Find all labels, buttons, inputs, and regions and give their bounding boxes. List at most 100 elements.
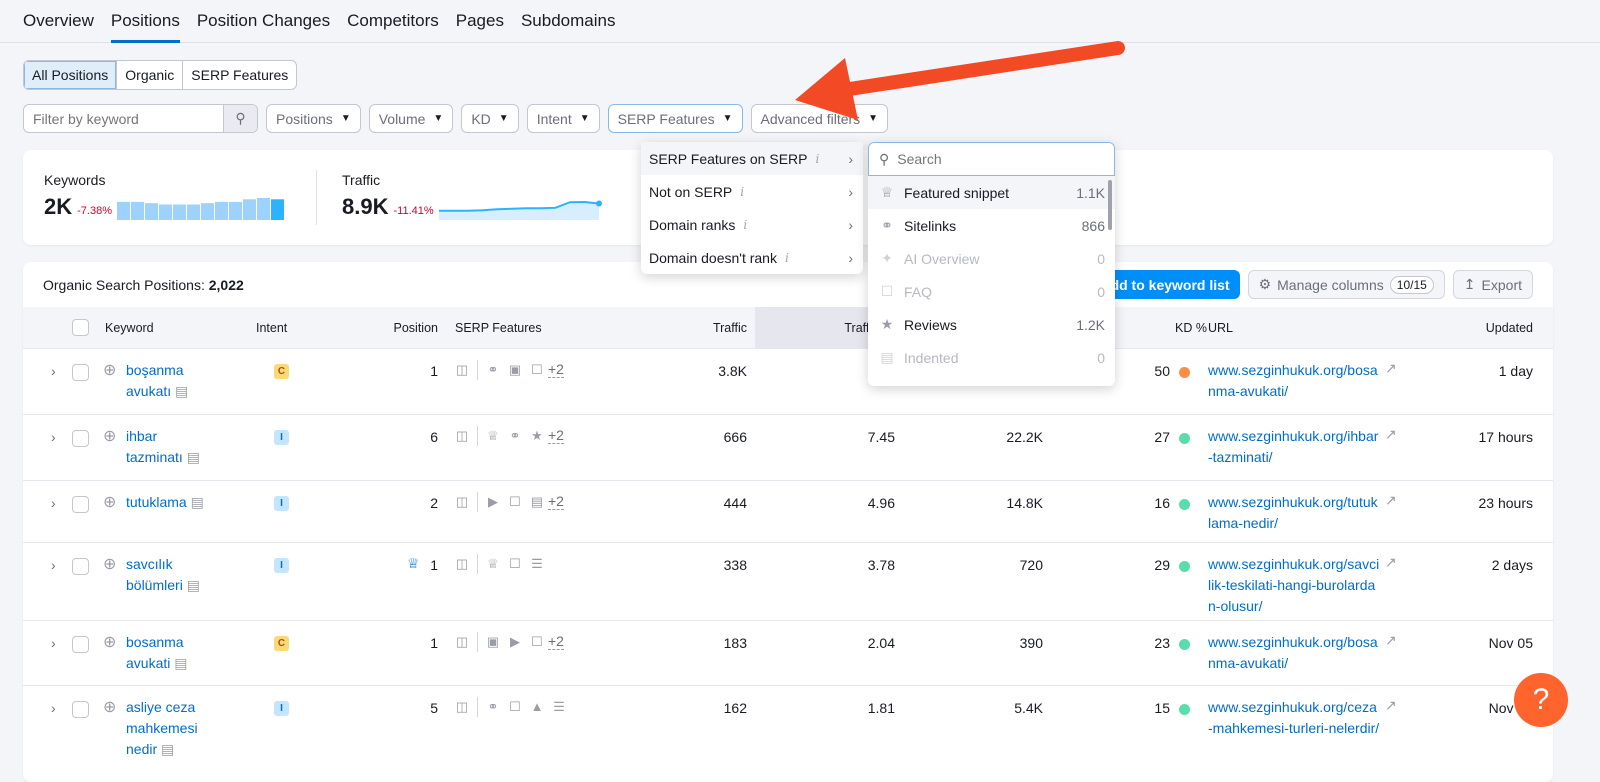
- help-button[interactable]: ?: [1514, 673, 1568, 727]
- keyword-text[interactable]: tutuklama: [126, 494, 187, 510]
- info-icon[interactable]: i: [740, 185, 744, 199]
- advanced-filters[interactable]: Advanced filters ▼: [750, 104, 889, 133]
- url-link[interactable]: www.sezginhukuk.org/ceza-mahkemesi-turle…: [1208, 697, 1380, 739]
- serp-snapshot-icon[interactable]: ◫: [451, 556, 473, 572]
- volume-filter[interactable]: Volume ▼: [368, 104, 454, 133]
- menu-item-not-on-serp[interactable]: Not on SERP i ›: [641, 175, 863, 208]
- expand-row-icon[interactable]: ›: [51, 495, 56, 511]
- search-button[interactable]: ⚲: [223, 105, 257, 132]
- serp-snapshot-icon[interactable]: ◫: [451, 494, 473, 510]
- row-checkbox[interactable]: [72, 430, 89, 447]
- more-serp-features[interactable]: +2: [548, 492, 564, 510]
- link-icon: ⚭: [487, 698, 499, 714]
- export-button[interactable]: ↥ Export: [1452, 270, 1533, 299]
- external-link-icon[interactable]: ↗: [1385, 697, 1397, 714]
- add-keyword-icon[interactable]: ⊕: [103, 697, 116, 717]
- header-url[interactable]: URL: [1208, 321, 1233, 335]
- tab-positions[interactable]: Positions: [110, 0, 180, 43]
- keyword-link[interactable]: ihbar tazminatı ▤: [126, 426, 216, 468]
- add-keyword-icon[interactable]: ⊕: [103, 360, 116, 380]
- info-icon[interactable]: i: [815, 152, 819, 166]
- segment-organic[interactable]: Organic: [117, 61, 184, 89]
- keyword-text[interactable]: ihbar tazminatı: [126, 428, 183, 465]
- header-kd[interactable]: KD %: [1175, 321, 1207, 335]
- add-keyword-icon[interactable]: ⊕: [103, 426, 116, 446]
- serp-preview-icon[interactable]: ▤: [175, 383, 188, 399]
- url-link[interactable]: www.sezginhukuk.org/tutuklama-nedir/: [1208, 492, 1380, 534]
- serp-snapshot-icon[interactable]: ◫: [451, 634, 473, 650]
- serp-snapshot-icon[interactable]: ◫: [451, 699, 473, 715]
- chevron-down-icon: ▼: [433, 113, 444, 124]
- external-link-icon[interactable]: ↗: [1385, 426, 1397, 443]
- header-position[interactable]: Position: [394, 321, 438, 335]
- expand-row-icon[interactable]: ›: [51, 700, 56, 716]
- row-checkbox[interactable]: [72, 701, 89, 718]
- header-serp-features[interactable]: SERP Features: [455, 321, 542, 335]
- header-intent[interactable]: Intent: [256, 321, 287, 335]
- tab-competitors[interactable]: Competitors: [347, 0, 439, 43]
- manage-columns-button[interactable]: ⚙ Manage columns 10/15: [1247, 270, 1445, 299]
- select-all-checkbox[interactable]: [72, 319, 89, 336]
- header-updated[interactable]: Updated: [1486, 321, 1533, 335]
- keyword-link[interactable]: savcılık bölümleri ▤: [126, 554, 216, 596]
- row-checkbox[interactable]: [72, 364, 89, 381]
- serp-snapshot-icon[interactable]: ◫: [451, 428, 473, 444]
- feature-option-link[interactable]: ⚭ Sitelinks 866: [868, 209, 1115, 242]
- menu-item-domain-ranks[interactable]: Domain ranks i ›: [641, 208, 863, 241]
- header-keyword[interactable]: Keyword: [105, 321, 154, 335]
- external-link-icon[interactable]: ↗: [1385, 632, 1397, 649]
- scrollbar[interactable]: [1108, 180, 1112, 230]
- more-serp-features[interactable]: +2: [548, 632, 564, 650]
- more-serp-features[interactable]: +2: [548, 360, 564, 378]
- feature-search-input[interactable]: [897, 151, 1114, 167]
- menu-item-serp-features-on-serp[interactable]: SERP Features on SERP i ›: [641, 142, 863, 175]
- segment-serp-features[interactable]: SERP Features: [183, 61, 296, 89]
- keyword-filter-input[interactable]: [24, 110, 215, 127]
- expand-row-icon[interactable]: ›: [51, 557, 56, 573]
- url-link[interactable]: www.sezginhukuk.org/ihbar-tazminati/: [1208, 426, 1380, 468]
- tab-position-changes[interactable]: Position Changes: [197, 0, 330, 43]
- keyword-text[interactable]: savcılık bölümleri: [126, 556, 183, 593]
- kd-filter[interactable]: KD ▼: [461, 104, 519, 133]
- keyword-link[interactable]: bosanma avukati ▤: [126, 632, 216, 674]
- external-link-icon[interactable]: ↗: [1385, 360, 1397, 377]
- tab-subdomains[interactable]: Subdomains: [521, 0, 616, 43]
- expand-row-icon[interactable]: ›: [51, 635, 56, 651]
- row-checkbox[interactable]: [72, 558, 89, 575]
- info-icon[interactable]: i: [785, 251, 789, 265]
- serp-preview-icon[interactable]: ▤: [187, 449, 200, 465]
- expand-row-icon[interactable]: ›: [51, 363, 56, 379]
- table-header: Keyword Intent Position SERP Features Tr…: [23, 307, 1553, 348]
- add-keyword-icon[interactable]: ⊕: [103, 492, 116, 512]
- feature-option-star[interactable]: ★ Reviews 1.2K: [868, 308, 1115, 341]
- row-checkbox[interactable]: [72, 496, 89, 513]
- tab-overview[interactable]: Overview: [23, 0, 94, 43]
- intent-filter[interactable]: Intent ▼: [526, 104, 600, 133]
- add-keyword-icon[interactable]: ⊕: [103, 554, 116, 574]
- url-link[interactable]: www.sezginhukuk.org/savcilik-teskilati-h…: [1208, 554, 1380, 617]
- menu-item-domain-doesnt-rank[interactable]: Domain doesn't rank i ›: [641, 241, 863, 274]
- expand-row-icon[interactable]: ›: [51, 429, 56, 445]
- url-link[interactable]: www.sezginhukuk.org/bosanma-avukati/: [1208, 632, 1380, 674]
- external-link-icon[interactable]: ↗: [1385, 492, 1397, 509]
- more-serp-features[interactable]: +2: [548, 426, 564, 444]
- url-link[interactable]: www.sezginhukuk.org/bosanma-avukati/: [1208, 360, 1380, 402]
- header-traffic[interactable]: Traffic: [713, 321, 747, 335]
- row-checkbox[interactable]: [72, 636, 89, 653]
- info-icon[interactable]: i: [743, 218, 747, 232]
- serp-preview-icon[interactable]: ▤: [174, 655, 187, 671]
- serp-snapshot-icon[interactable]: ◫: [451, 362, 473, 378]
- feature-option-featured-snippet[interactable]: ♕ Featured snippet 1.1K: [868, 176, 1115, 209]
- keyword-link[interactable]: asliye ceza mahkemesi nedir ▤: [126, 697, 216, 760]
- keyword-link[interactable]: tutuklama ▤: [126, 492, 216, 513]
- serp-features-filter[interactable]: SERP Features ▼: [607, 104, 743, 133]
- serp-preview-icon[interactable]: ▤: [161, 741, 174, 757]
- add-keyword-icon[interactable]: ⊕: [103, 632, 116, 652]
- external-link-icon[interactable]: ↗: [1385, 554, 1397, 571]
- segment-all-positions[interactable]: All Positions: [24, 61, 118, 89]
- serp-preview-icon[interactable]: ▤: [191, 494, 204, 510]
- serp-preview-icon[interactable]: ▤: [187, 577, 200, 593]
- tab-pages[interactable]: Pages: [456, 0, 504, 43]
- positions-filter[interactable]: Positions ▼: [266, 104, 361, 133]
- keyword-link[interactable]: boşanma avukatı ▤: [126, 360, 216, 402]
